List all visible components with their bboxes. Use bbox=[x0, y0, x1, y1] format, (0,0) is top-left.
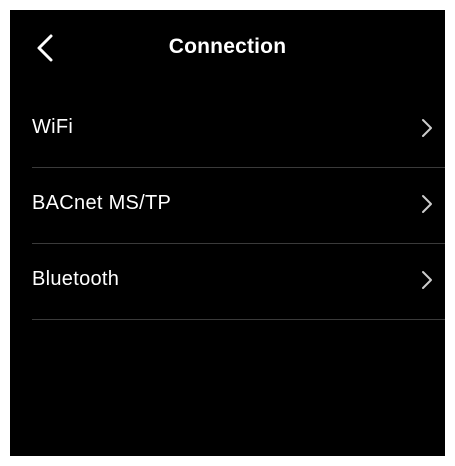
page-title: Connection bbox=[168, 35, 287, 58]
menu-item-bacnet[interactable]: BACnet MS/TP bbox=[32, 168, 445, 244]
menu-item-label: BACnet MS/TP bbox=[32, 192, 172, 214]
menu-item-bluetooth[interactable]: Bluetooth bbox=[32, 244, 445, 320]
connection-menu-list: WiFi BACnet MS/TP Bluetooth bbox=[32, 92, 445, 320]
header: Connection bbox=[10, 10, 445, 86]
connection-screen: Connection WiFi BACnet MS/TP Bluetooth bbox=[10, 10, 445, 456]
chevron-right-icon bbox=[421, 270, 433, 290]
menu-item-label: WiFi bbox=[32, 116, 74, 138]
chevron-right-icon bbox=[421, 118, 433, 138]
menu-item-label: Bluetooth bbox=[32, 268, 120, 290]
chevron-right-icon bbox=[421, 194, 433, 214]
menu-item-wifi[interactable]: WiFi bbox=[32, 92, 445, 168]
